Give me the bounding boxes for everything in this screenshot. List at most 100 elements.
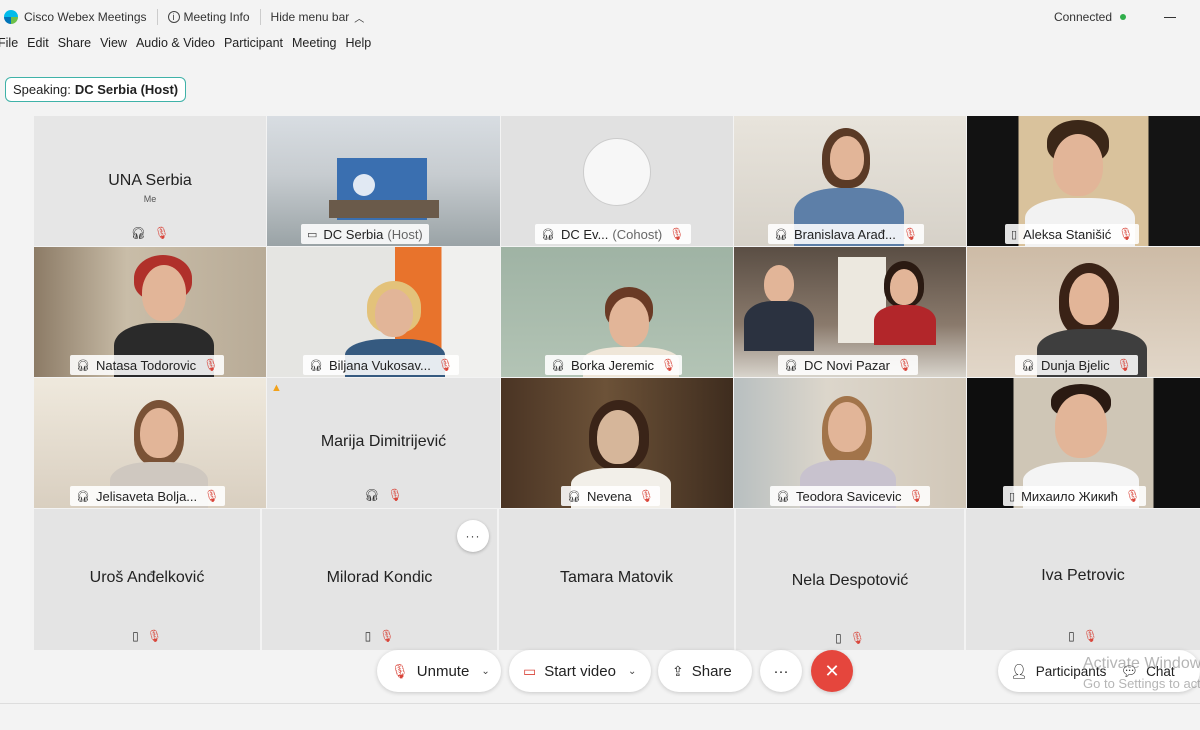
end-meeting-button[interactable]: ✕ (811, 650, 853, 692)
tile-teodora[interactable]: 🎧︎ Teodora Savicevic 🎙︎ (734, 378, 966, 508)
headset-icon: 🎧︎ (784, 359, 798, 372)
phone-icon: ▯ (1068, 629, 1075, 643)
close-icon: ✕ (824, 660, 840, 681)
headset-icon: 🎧︎ (364, 488, 380, 502)
title-bar: Cisco Webex Meetings i Meeting Info Hide… (0, 0, 1200, 34)
connected-dot-icon (1120, 14, 1126, 20)
tile-label: 🎧︎ Teodora Savicevic 🎙︎ (770, 486, 930, 506)
tile-status-icons: 🎧︎ 🎙︎ (34, 226, 266, 240)
menu-help[interactable]: Help (345, 36, 371, 58)
tile-name: DC Ev... (560, 226, 609, 242)
menu-edit[interactable]: Edit (27, 36, 49, 58)
tile-name: Branislava Arađ... (793, 226, 896, 242)
hide-menu-bar-button[interactable]: Hide menu bar ︿ (271, 10, 365, 25)
chevron-up-icon: ︿ (354, 13, 365, 25)
menu-file[interactable]: File (0, 36, 18, 58)
phone-icon: ▯ (364, 629, 372, 643)
unmute-button[interactable]: 🎙︎ Unmute ⌄ (377, 650, 501, 692)
minimize-button[interactable] (1164, 16, 1176, 18)
tile-name: Marija Dimitrijević (320, 433, 447, 450)
tile-marija[interactable]: ▲ Marija Dimitrijević 🎧︎ 🎙︎ (267, 378, 500, 508)
headset-icon: 🎧︎ (76, 359, 90, 372)
tile-jelisaveta[interactable]: 🎧︎ Jelisaveta Bolja... 🎙︎ (34, 378, 266, 508)
tile-label: 🎧︎ Nevena 🎙︎ (561, 486, 661, 506)
mic-muted-icon: 🎙︎ (638, 489, 655, 503)
computer-icon: ▭ (307, 228, 318, 241)
chevron-down-icon[interactable]: ⌄ (628, 666, 636, 677)
mic-muted-icon: 🎙︎ (1082, 629, 1098, 643)
menu-view[interactable]: View (100, 36, 127, 58)
tile-nela[interactable]: Nela Despotović ▯ 🎙︎ (736, 509, 964, 650)
speaking-name: DC Serbia (Host) (74, 82, 179, 97)
mic-muted-icon: 🎙︎ (902, 227, 919, 241)
tile-una-serbia[interactable]: UNA Serbia Me 🎧︎ 🎙︎ (34, 116, 266, 246)
phone-icon: ▯ (835, 631, 842, 645)
tile-name: Nela Despotović (791, 572, 909, 589)
tile-aleksa[interactable]: ▯ Aleksa Stanišić 🎙︎ (967, 116, 1200, 246)
tile-dunja[interactable]: 🎧︎ Dunja Bjelic 🎙︎ (967, 247, 1200, 377)
tile-uros[interactable]: Uroš Anđelković ▯ 🎙︎ (34, 509, 260, 650)
tile-name: Milorad Kondic (326, 569, 433, 586)
tile-nevena[interactable]: 🎧︎ Nevena 🎙︎ (501, 378, 733, 508)
share-icon: ⇪ (672, 662, 684, 679)
tile-tamara[interactable]: Tamara Matovik (499, 509, 734, 650)
tile-iva[interactable]: Iva Petrovic ▯ 🎙︎ (966, 509, 1200, 650)
tile-role: (Cohost) (612, 226, 663, 242)
menu-meeting[interactable]: Meeting (292, 36, 336, 58)
headset-icon: 🎧︎ (309, 359, 323, 372)
tile-name: Михаило Жикић (1021, 488, 1119, 504)
phone-icon: ▯ (1009, 490, 1016, 503)
tile-dc-serbia[interactable]: ▭ DC Serbia (Host) (267, 116, 500, 246)
menu-participant[interactable]: Participant (224, 36, 283, 58)
activate-windows-watermark: Activate Windows Go to Settings to activ… (1083, 654, 1200, 694)
mic-muted-icon: 🎙︎ (154, 226, 170, 240)
mic-muted-icon: 🎙︎ (1116, 358, 1132, 372)
headset-icon: 🎧︎ (551, 359, 565, 372)
menu-share[interactable]: Share (58, 36, 91, 58)
headset-icon: 🎧︎ (776, 490, 790, 503)
tile-mihailo[interactable]: ▯ Михаило Жикић 🎙︎ (967, 378, 1200, 508)
tile-status-icons: ▯ 🎙︎ (736, 631, 964, 645)
avatar (583, 138, 651, 206)
tile-name: DC Novi Pazar (803, 357, 890, 373)
share-button[interactable]: ⇪ Share (658, 650, 752, 692)
tile-role: (Host) (387, 226, 423, 242)
tile-status-icons: ▯ 🎙︎ (262, 629, 497, 643)
tile-dc-novi-pazar[interactable]: 🎧︎ DC Novi Pazar 🎙︎ (734, 247, 966, 377)
tile-name: Teodora Savicevic (795, 488, 902, 504)
mic-muted-icon: 🎙︎ (896, 358, 913, 372)
tile-name: Uroš Anđelković (89, 569, 205, 586)
speaking-prefix: Speaking: (13, 82, 71, 97)
tile-name: Dunja Bjelic (1040, 357, 1110, 373)
mic-muted-icon: 🎙︎ (669, 227, 685, 241)
meeting-info-button[interactable]: i Meeting Info (167, 10, 250, 24)
tile-dc-ev[interactable]: 🎧︎ DC Ev... (Cohost) 🎙︎ (501, 116, 733, 246)
menu-audio-video[interactable]: Audio & Video (136, 36, 215, 58)
tile-label: 🎧︎ DC Ev... (Cohost) 🎙︎ (535, 224, 691, 244)
divider (259, 9, 261, 25)
webex-logo-icon (4, 10, 18, 24)
tile-biljana[interactable]: 🎧︎ Biljana Vukosav... 🎙︎ (267, 247, 500, 377)
start-video-label: Start video (544, 662, 616, 680)
tile-label: 🎧︎ Biljana Vukosav... 🎙︎ (303, 355, 460, 375)
mic-muted-icon: 🎙︎ (146, 629, 162, 643)
phone-icon: ▯ (1011, 228, 1018, 241)
share-label: Share (691, 662, 732, 680)
start-video-button[interactable]: ▭ Start video ⌄ (509, 650, 651, 692)
tile-label: ▭ DC Serbia (Host) (301, 224, 429, 244)
tile-name: Natasa Todorovic (95, 357, 197, 373)
mic-muted-icon: 🎙︎ (908, 489, 924, 503)
video-grid: UNA Serbia Me 🎧︎ 🎙︎ ▭ DC Serbia (Host) 🎧︎… (34, 116, 1200, 650)
tile-borka[interactable]: 🎧︎ Borka Jeremic 🎙︎ (501, 247, 733, 377)
mic-muted-icon: 🎙︎ (204, 489, 220, 503)
tile-natasa[interactable]: 🎧︎ Natasa Todorovic 🎙︎ (34, 247, 266, 377)
tile-milorad[interactable]: ··· Milorad Kondic ▯ 🎙︎ (262, 509, 497, 650)
window-controls: Connected (1054, 0, 1200, 34)
more-options-button[interactable]: ··· (457, 520, 489, 552)
info-icon: i (167, 11, 180, 23)
meeting-info-label: Meeting Info (183, 10, 250, 24)
tile-status-icons: ▯ 🎙︎ (34, 629, 260, 643)
tile-branislava[interactable]: 🎧︎ Branislava Arađ... 🎙︎ (734, 116, 966, 246)
more-button[interactable]: ··· (760, 650, 802, 692)
chevron-down-icon[interactable]: ⌄ (481, 666, 489, 677)
